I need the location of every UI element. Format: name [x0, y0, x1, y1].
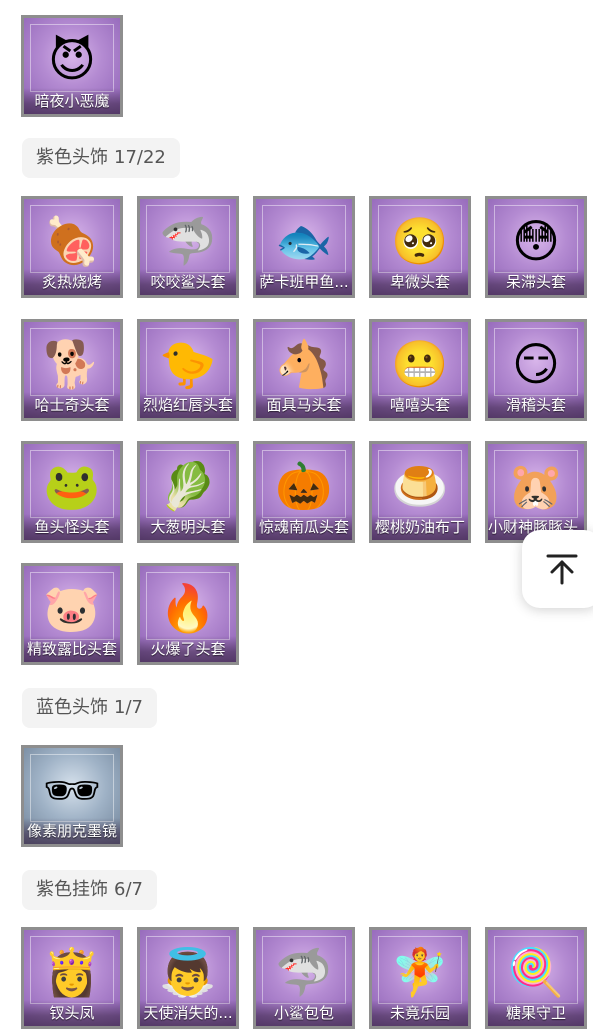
section-header-purple-head: 紫色头饰 17/22: [22, 138, 180, 178]
scroll-to-top-button[interactable]: [522, 530, 593, 608]
item-card[interactable]: 👸 钗头凤: [21, 927, 123, 1029]
item-name: 炙热烧烤: [24, 269, 120, 295]
item-card[interactable]: 🍖 炙热烧烤: [21, 196, 123, 298]
yellow-creature-mask-icon: 🐤: [159, 337, 217, 391]
item-card[interactable]: 🐕 哈士奇头套: [21, 319, 123, 421]
fish-mask-icon: 🐟: [275, 214, 333, 268]
item-name: 精致露比头套: [24, 636, 120, 662]
pixel-sunglasses-icon: 🕶: [42, 763, 102, 817]
capybara-mask-icon: 🐹: [507, 459, 565, 513]
item-name: 面具马头套: [256, 392, 352, 418]
pink-ruby-mask-icon: 🐷: [43, 581, 101, 635]
husky-mask-icon: 🐕: [43, 337, 101, 391]
item-card[interactable]: 🥬 大葱明头套: [137, 441, 239, 543]
section-title: 蓝色头饰: [36, 697, 108, 718]
item-name: 像素朋克墨镜: [24, 818, 120, 844]
item-card[interactable]: 🐴 面具马头套: [253, 319, 355, 421]
section-title: 紫色挂饰: [36, 879, 108, 900]
section-count: 6/7: [114, 879, 143, 900]
item-name: 糖果守卫: [488, 1000, 584, 1026]
item-card[interactable]: 🐸 鱼头怪头套: [21, 441, 123, 543]
item-card[interactable]: 🍮 樱桃奶油布丁: [369, 441, 471, 543]
devil-girl-icon: 😈: [48, 33, 96, 87]
item-card[interactable]: 🐤 烈焰红唇头套: [137, 319, 239, 421]
pudding-mask-icon: 🍮: [391, 459, 449, 513]
section-header-purple-pendant: 紫色挂饰 6/7: [22, 870, 157, 910]
pumpkin-mask-icon: 🎃: [275, 459, 333, 513]
item-card[interactable]: 😏 滑稽头套: [485, 319, 587, 421]
item-name: 萨卡班甲鱼...: [256, 269, 352, 295]
item-name: 钗头凤: [24, 1000, 120, 1026]
item-card[interactable]: 😬 嘻嘻头套: [369, 319, 471, 421]
section-count: 17/22: [114, 147, 166, 168]
item-name: 滑稽头套: [488, 392, 584, 418]
item-name: 小鲨包包: [256, 1000, 352, 1026]
item-card[interactable]: 😳 呆滞头套: [485, 196, 587, 298]
humble-emoji-icon: 🥺: [391, 214, 449, 268]
item-name: 惊魂南瓜头套: [256, 514, 352, 540]
item-name: 未竟乐园: [372, 1000, 468, 1026]
item-card[interactable]: 🦈 咬咬鲨头套: [137, 196, 239, 298]
item-card[interactable]: 🐷 精致露比头套: [21, 563, 123, 665]
item-card[interactable]: 🔥 火爆了头套: [137, 563, 239, 665]
inventory-page: 😈 暗夜小恶魔 紫色头饰 17/22 🍖 炙热烧烤 🦈 咬咬鲨头套 🐟 萨卡班甲鱼…: [0, 0, 593, 1036]
fish-head-mask-icon: 🐸: [43, 459, 101, 513]
shark-mask-icon: 🦈: [159, 214, 217, 268]
section-header-blue-head: 蓝色头饰 1/7: [22, 688, 157, 728]
item-name: 烈焰红唇头套: [140, 392, 236, 418]
section-count: 1/7: [114, 697, 143, 718]
angel-doll-icon: 👼: [159, 945, 217, 999]
item-name: 哈士奇头套: [24, 392, 120, 418]
phoenix-headdress-doll-icon: 👸: [43, 945, 101, 999]
candy-guard-icon: 🍭: [507, 945, 565, 999]
horse-mask-icon: 🐴: [275, 337, 333, 391]
item-card[interactable]: 🐹 小财神豚豚头...: [485, 441, 587, 543]
arrow-up-to-top-icon: [546, 554, 578, 585]
item-card[interactable]: 🧚 未竟乐园: [369, 927, 471, 1029]
item-card[interactable]: 🥺 卑微头套: [369, 196, 471, 298]
grill-meat-mask-icon: 🍖: [43, 214, 101, 268]
item-name: 鱼头怪头套: [24, 514, 120, 540]
item-card[interactable]: 😈 暗夜小恶魔: [21, 15, 123, 117]
fire-mask-icon: 🔥: [159, 581, 217, 635]
item-name: 樱桃奶油布丁: [372, 514, 468, 540]
item-name: 火爆了头套: [140, 636, 236, 662]
item-card[interactable]: 🦈 小鲨包包: [253, 927, 355, 1029]
item-card[interactable]: 🍭 糖果守卫: [485, 927, 587, 1029]
silly-emoji-icon: 😏: [512, 337, 560, 391]
item-name: 天使消失的...: [140, 1000, 236, 1026]
grinning-emoji-icon: 😬: [391, 337, 449, 391]
scallion-mask-icon: 🥬: [159, 459, 217, 513]
item-card[interactable]: 👼 天使消失的...: [137, 927, 239, 1029]
item-name: 卑微头套: [372, 269, 468, 295]
item-card[interactable]: 🐟 萨卡班甲鱼...: [253, 196, 355, 298]
item-card[interactable]: 🕶 像素朋克墨镜: [21, 745, 123, 847]
section-title: 紫色头饰: [36, 147, 108, 168]
item-card[interactable]: 🎃 惊魂南瓜头套: [253, 441, 355, 543]
item-name: 嘻嘻头套: [372, 392, 468, 418]
item-name: 咬咬鲨头套: [140, 269, 236, 295]
dazed-emoji-icon: 😳: [512, 214, 560, 268]
item-name: 大葱明头套: [140, 514, 236, 540]
pink-hair-doll-icon: 🧚: [391, 945, 449, 999]
shark-bag-icon: 🦈: [275, 945, 333, 999]
item-name: 暗夜小恶魔: [24, 88, 120, 114]
item-name: 呆滞头套: [488, 269, 584, 295]
